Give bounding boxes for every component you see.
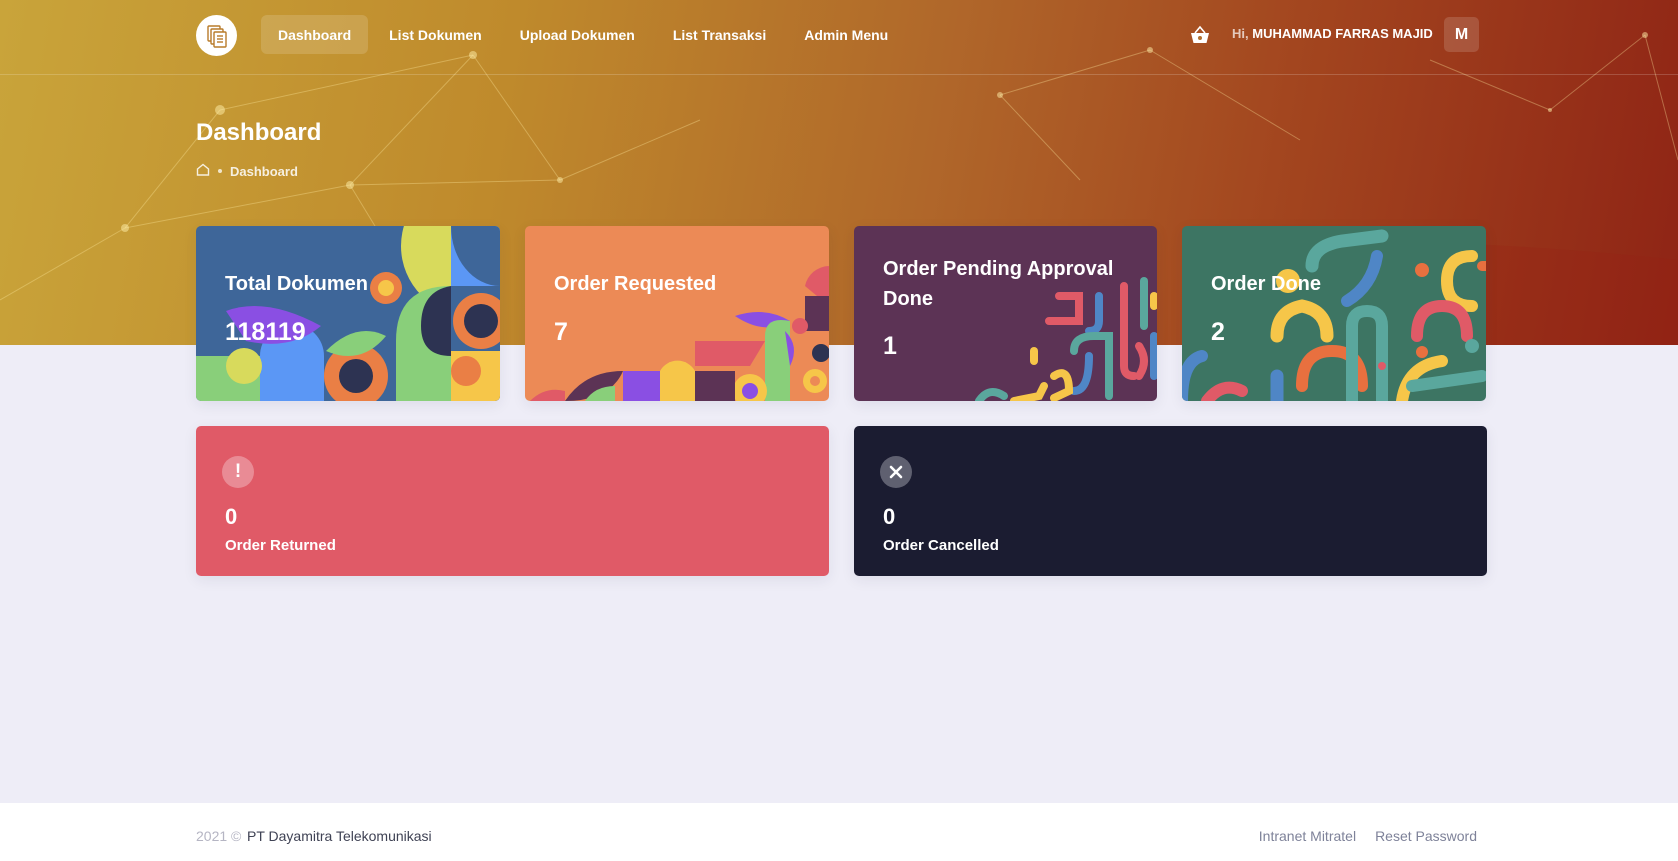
stat-label: Order Done: [1211, 273, 1322, 295]
nav-item-list-dokumen[interactable]: List Dokumen: [372, 15, 499, 54]
card-pattern: [196, 226, 500, 401]
greeting-prefix: Hi,: [1232, 26, 1249, 41]
status-label: Order Returned: [225, 537, 336, 554]
status-card-order-cancelled[interactable]: 0 Order Cancelled: [854, 426, 1487, 576]
footer-link-intranet[interactable]: Intranet Mitratel: [1259, 828, 1356, 844]
breadcrumb-item-dashboard[interactable]: Dashboard: [230, 164, 298, 179]
footer-company-link[interactable]: PT Dayamitra Telekomunikasi: [247, 828, 432, 844]
main-nav: Dashboard List Dokumen Upload Dokumen Li…: [261, 15, 905, 54]
user-greeting[interactable]: Hi, MUHAMMAD FARRAS MAJID: [1232, 26, 1433, 41]
stat-value: 118119: [225, 318, 306, 346]
stat-value: 1: [883, 332, 897, 360]
footer: 2021 © PT Dayamitra Telekomunikasi Intra…: [0, 803, 1678, 861]
documents-icon[interactable]: [196, 15, 237, 56]
nav-item-list-transaksi[interactable]: List Transaksi: [656, 15, 783, 54]
nav-divider: [0, 74, 1678, 75]
nav-item-upload-dokumen[interactable]: Upload Dokumen: [503, 15, 652, 54]
stat-label: Order Pending Approval Done: [883, 258, 1114, 310]
stat-card-order-done[interactable]: Order Done 2: [1182, 226, 1486, 401]
basket-icon[interactable]: [1189, 24, 1211, 46]
stat-label: Order Requested: [554, 273, 717, 295]
status-label: Order Cancelled: [883, 537, 999, 554]
footer-link-reset-password[interactable]: Reset Password: [1375, 828, 1477, 844]
page-title: Dashboard: [196, 119, 322, 146]
stat-card-order-pending-approval[interactable]: Order Pending Approval Done 1: [854, 226, 1157, 401]
user-name: MUHAMMAD FARRAS MAJID: [1252, 26, 1433, 41]
breadcrumb: Dashboard: [196, 163, 298, 179]
status-card-order-returned[interactable]: ! 0 Order Returned: [196, 426, 829, 576]
stat-label: Total Dokumen: [225, 273, 368, 295]
footer-year: 2021 ©: [196, 828, 242, 844]
home-icon[interactable]: [196, 163, 210, 179]
status-value: 0: [883, 504, 896, 529]
breadcrumb-separator: [218, 169, 222, 173]
stat-value: 2: [1211, 318, 1225, 346]
stat-card-total-dokumen[interactable]: Total Dokumen 118119: [196, 226, 500, 401]
card-pattern: [530, 266, 829, 401]
close-icon: [880, 456, 912, 488]
nav-item-dashboard[interactable]: Dashboard: [261, 15, 369, 54]
avatar[interactable]: M: [1444, 17, 1479, 52]
footer-links: Intranet Mitratel Reset Password: [1259, 828, 1477, 844]
exclamation-icon: !: [222, 456, 254, 488]
stat-card-order-requested[interactable]: Order Requested 7: [525, 226, 829, 401]
nav-item-admin-menu[interactable]: Admin Menu: [787, 15, 905, 54]
stat-value: 7: [554, 318, 568, 346]
status-value: 0: [225, 504, 238, 529]
card-pattern: [1182, 229, 1486, 401]
